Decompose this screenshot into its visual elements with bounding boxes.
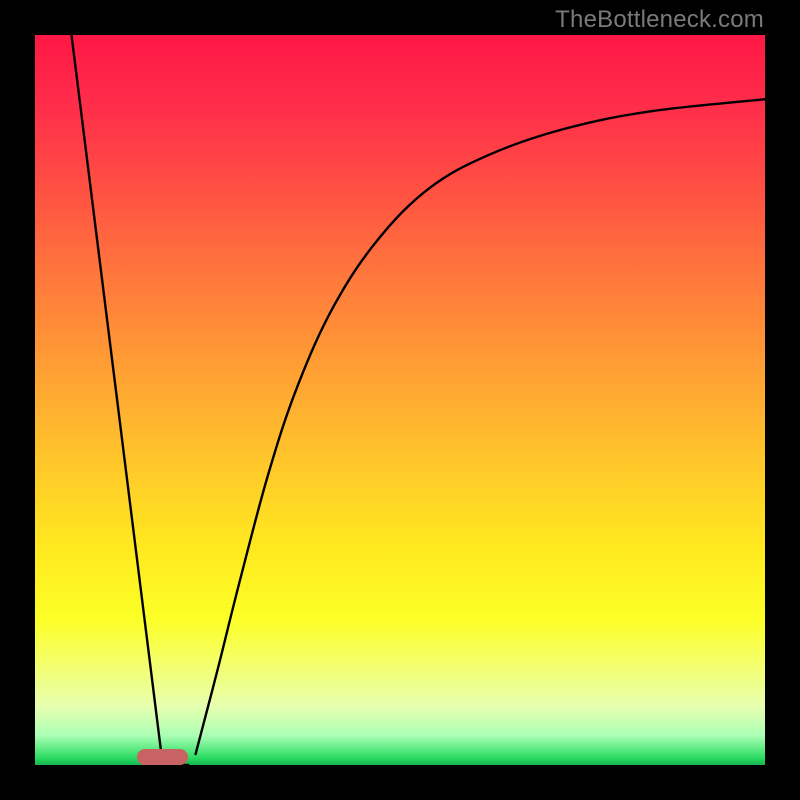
curves-svg bbox=[35, 35, 765, 765]
bottleneck-marker bbox=[137, 749, 188, 765]
plot-area bbox=[35, 35, 765, 765]
left-v-line bbox=[72, 35, 189, 765]
chart-frame: TheBottleneck.com bbox=[0, 0, 800, 800]
watermark-text: TheBottleneck.com bbox=[555, 6, 764, 34]
right-curve-line bbox=[196, 99, 765, 754]
